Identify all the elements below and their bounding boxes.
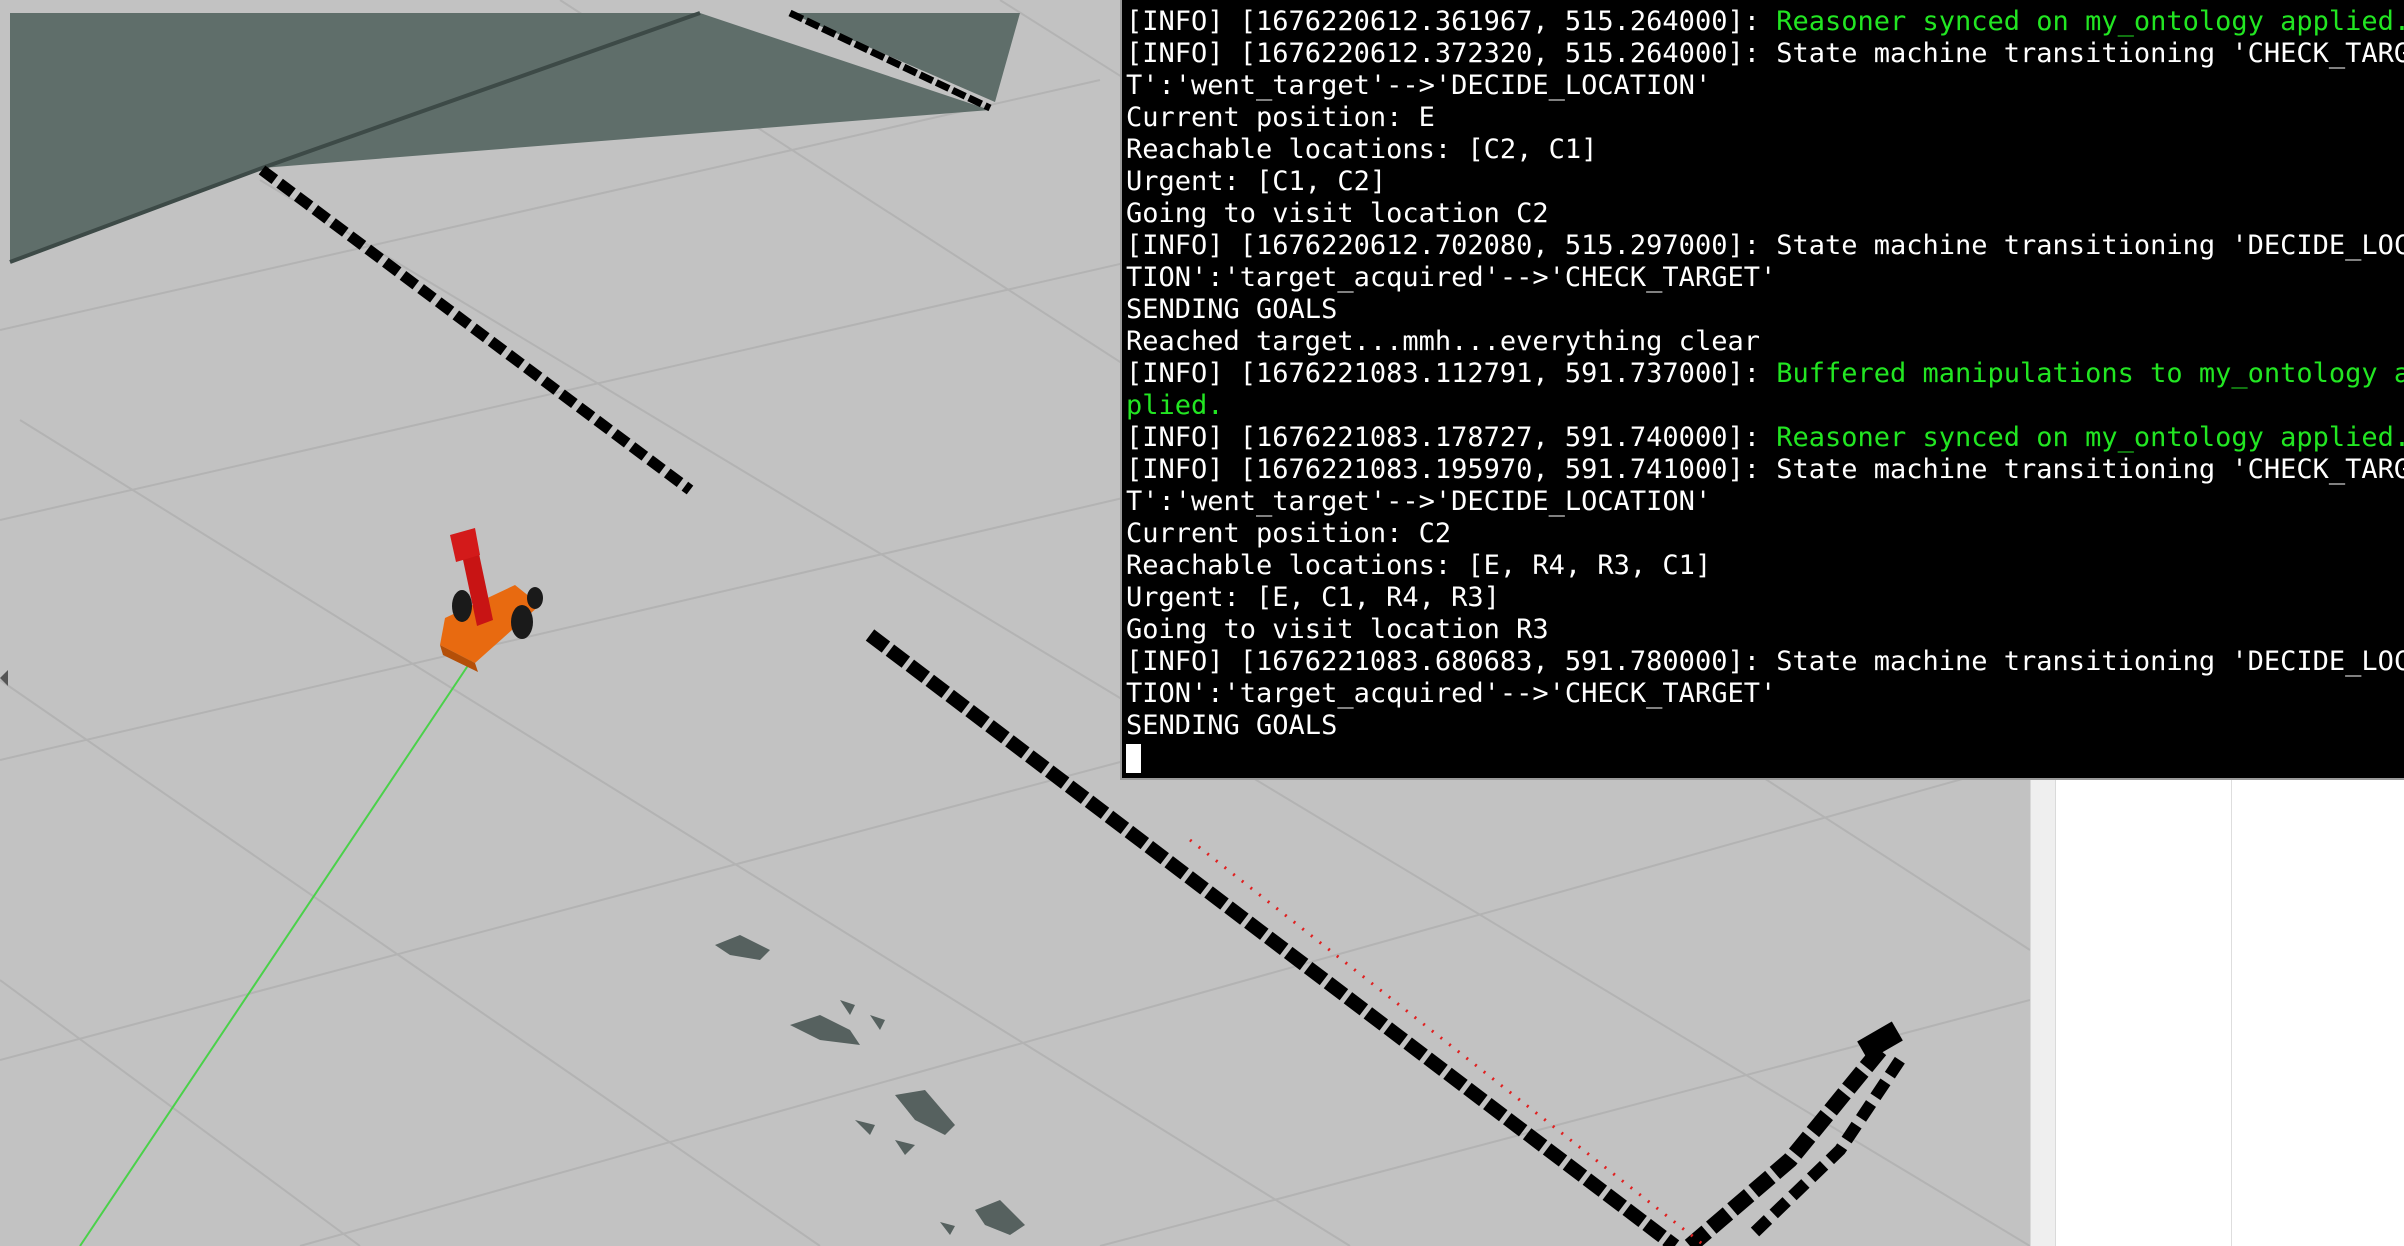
terminal-line: [INFO] [1676221083.195970, 591.741000]: … xyxy=(1126,454,2404,485)
terminal-line: [INFO] [1676221083.178727, 591.740000]: … xyxy=(1126,422,2404,453)
terminal-line: TION':'target_acquired'-->'CHECK_TARGET' xyxy=(1126,262,1777,293)
terminal-line: T':'went_target'-->'DECIDE_LOCATION' xyxy=(1126,486,1712,517)
terminal-line: Reachable locations: [C2, C1] xyxy=(1126,134,1598,165)
terminal-line: T':'went_target'-->'DECIDE_LOCATION' xyxy=(1126,70,1712,101)
panel-divider xyxy=(2231,780,2232,1246)
terminal-line: Urgent: [E, C1, R4, R3] xyxy=(1126,582,1500,613)
terminal-window[interactable]: [INFO] [1676220612.361967, 515.264000]: … xyxy=(1120,0,2404,780)
terminal-line: Reachable locations: [E, R4, R3, C1] xyxy=(1126,550,1712,581)
terminal-line: Urgent: [C1, C2] xyxy=(1126,166,1387,197)
terminal-line: [INFO] [1676220612.361967, 515.264000]: … xyxy=(1126,6,2404,37)
terminal-output: [INFO] [1676220612.361967, 515.264000]: … xyxy=(1126,6,2404,774)
terminal-line: Current position: C2 xyxy=(1126,518,1452,549)
terminal-line: TION':'target_acquired'-->'CHECK_TARGET' xyxy=(1126,678,1777,709)
terminal-line: [INFO] [1676221083.112791, 591.737000]: … xyxy=(1126,358,2404,389)
terminal-line: plied. xyxy=(1126,390,1224,421)
terminal-line: Going to visit location R3 xyxy=(1126,614,1549,645)
terminal-line: SENDING GOALS xyxy=(1126,294,1338,325)
terminal-cursor xyxy=(1126,744,1141,773)
terminal-line: Reached target...mmh...everything clear xyxy=(1126,326,1760,357)
terminal-line: [INFO] [1676220612.702080, 515.297000]: … xyxy=(1126,230,2404,261)
terminal-line: Current position: E xyxy=(1126,102,1435,133)
terminal-line: [INFO] [1676221083.680683, 591.780000]: … xyxy=(1126,646,2404,677)
terminal-line: Going to visit location C2 xyxy=(1126,198,1549,229)
collapse-panel-arrow-icon[interactable] xyxy=(0,670,8,686)
terminal-line: [INFO] [1676220612.372320, 515.264000]: … xyxy=(1126,38,2404,69)
terminal-line: SENDING GOALS xyxy=(1126,710,1338,741)
terminal-prompt-line[interactable] xyxy=(1126,742,2404,774)
